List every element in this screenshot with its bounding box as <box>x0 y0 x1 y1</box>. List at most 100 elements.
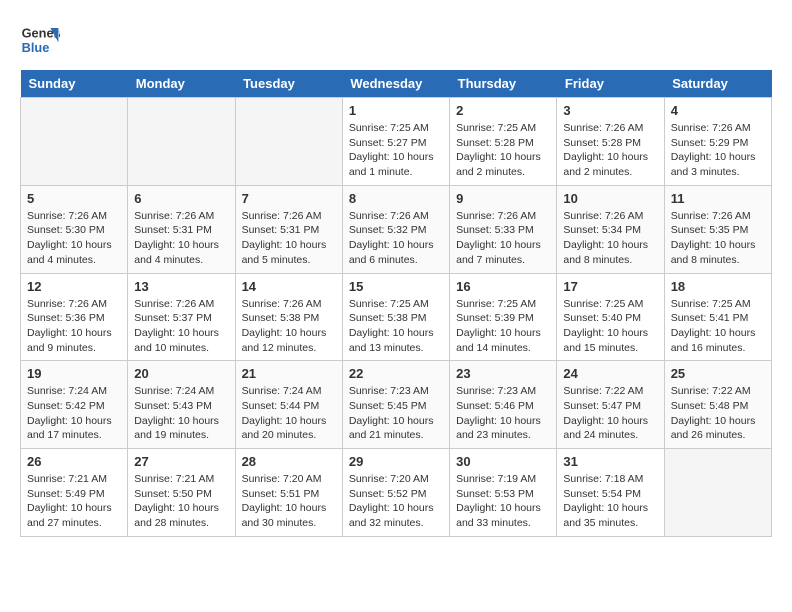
day-number: 4 <box>671 103 765 118</box>
day-cell: 21 Sunrise: 7:24 AMSunset: 5:44 PMDayligh… <box>235 361 342 449</box>
day-info: Sunrise: 7:21 AMSunset: 5:49 PMDaylight:… <box>27 472 121 531</box>
day-cell: 11 Sunrise: 7:26 AMSunset: 5:35 PMDayligh… <box>664 185 771 273</box>
day-info: Sunrise: 7:19 AMSunset: 5:53 PMDaylight:… <box>456 472 550 531</box>
day-info: Sunrise: 7:26 AMSunset: 5:36 PMDaylight:… <box>27 297 121 356</box>
day-cell: 3Sunrise: 7:26 AMSunset: 5:28 PMDaylight… <box>557 98 664 186</box>
day-cell: 19 Sunrise: 7:24 AMSunset: 5:42 PMDayligh… <box>21 361 128 449</box>
day-info: Sunrise: 7:23 AMSunset: 5:45 PMDaylight:… <box>349 384 443 443</box>
day-info: Sunrise: 7:23 AMSunset: 5:46 PMDaylight:… <box>456 384 550 443</box>
day-info: Sunrise: 7:20 AMSunset: 5:51 PMDaylight:… <box>242 472 336 531</box>
day-info: Sunrise: 7:26 AMSunset: 5:31 PMDaylight:… <box>242 209 336 268</box>
day-info: Sunrise: 7:25 AMSunset: 5:39 PMDaylight:… <box>456 297 550 356</box>
day-cell: 6Sunrise: 7:26 AMSunset: 5:31 PMDaylight… <box>128 185 235 273</box>
day-number: 20 <box>134 366 228 381</box>
day-info: Sunrise: 7:22 AMSunset: 5:48 PMDaylight:… <box>671 384 765 443</box>
day-info: Sunrise: 7:25 AMSunset: 5:41 PMDaylight:… <box>671 297 765 356</box>
day-cell: 29Sunrise: 7:20 AMSunset: 5:52 PMDayligh… <box>342 449 449 537</box>
day-info: Sunrise: 7:24 AMSunset: 5:43 PMDaylight:… <box>134 384 228 443</box>
day-number: 3 <box>563 103 657 118</box>
week-row-5: 26 Sunrise: 7:21 AMSunset: 5:49 PMDayligh… <box>21 449 772 537</box>
header-monday: Monday <box>128 70 235 98</box>
day-number: 22 <box>349 366 443 381</box>
day-number: 30 <box>456 454 550 469</box>
week-row-3: 12Sunrise: 7:26 AMSunset: 5:36 PMDayligh… <box>21 273 772 361</box>
day-cell: 23 Sunrise: 7:23 AMSunset: 5:46 PMDayligh… <box>450 361 557 449</box>
day-cell <box>128 98 235 186</box>
week-row-2: 5 Sunrise: 7:26 AMSunset: 5:30 PMDaylight… <box>21 185 772 273</box>
day-number: 7 <box>242 191 336 206</box>
week-row-4: 19 Sunrise: 7:24 AMSunset: 5:42 PMDayligh… <box>21 361 772 449</box>
day-cell <box>235 98 342 186</box>
calendar-table: SundayMondayTuesdayWednesdayThursdayFrid… <box>20 70 772 537</box>
day-cell <box>664 449 771 537</box>
day-cell: 16 Sunrise: 7:25 AMSunset: 5:39 PMDayligh… <box>450 273 557 361</box>
day-number: 25 <box>671 366 765 381</box>
day-number: 9 <box>456 191 550 206</box>
header-thursday: Thursday <box>450 70 557 98</box>
day-cell: 30 Sunrise: 7:19 AMSunset: 5:53 PMDayligh… <box>450 449 557 537</box>
day-info: Sunrise: 7:24 AMSunset: 5:42 PMDaylight:… <box>27 384 121 443</box>
day-cell: 20 Sunrise: 7:24 AMSunset: 5:43 PMDayligh… <box>128 361 235 449</box>
header-row-days: SundayMondayTuesdayWednesdayThursdayFrid… <box>21 70 772 98</box>
day-number: 28 <box>242 454 336 469</box>
day-number: 26 <box>27 454 121 469</box>
day-number: 29 <box>349 454 443 469</box>
day-info: Sunrise: 7:26 AMSunset: 5:37 PMDaylight:… <box>134 297 228 356</box>
day-cell: 10 Sunrise: 7:26 AMSunset: 5:34 PMDayligh… <box>557 185 664 273</box>
day-cell: 14 Sunrise: 7:26 AMSunset: 5:38 PMDayligh… <box>235 273 342 361</box>
day-cell: 8Sunrise: 7:26 AMSunset: 5:32 PMDaylight… <box>342 185 449 273</box>
day-cell: 9Sunrise: 7:26 AMSunset: 5:33 PMDaylight… <box>450 185 557 273</box>
day-number: 19 <box>27 366 121 381</box>
day-info: Sunrise: 7:24 AMSunset: 5:44 PMDaylight:… <box>242 384 336 443</box>
day-number: 31 <box>563 454 657 469</box>
day-info: Sunrise: 7:25 AMSunset: 5:28 PMDaylight:… <box>456 121 550 180</box>
day-cell: 24 Sunrise: 7:22 AMSunset: 5:47 PMDayligh… <box>557 361 664 449</box>
day-number: 27 <box>134 454 228 469</box>
day-info: Sunrise: 7:22 AMSunset: 5:47 PMDaylight:… <box>563 384 657 443</box>
day-number: 1 <box>349 103 443 118</box>
day-info: Sunrise: 7:26 AMSunset: 5:29 PMDaylight:… <box>671 121 765 180</box>
day-cell: 18Sunrise: 7:25 AMSunset: 5:41 PMDayligh… <box>664 273 771 361</box>
day-cell <box>21 98 128 186</box>
day-cell: 31 Sunrise: 7:18 AMSunset: 5:54 PMDayligh… <box>557 449 664 537</box>
day-info: Sunrise: 7:25 AMSunset: 5:40 PMDaylight:… <box>563 297 657 356</box>
day-info: Sunrise: 7:18 AMSunset: 5:54 PMDaylight:… <box>563 472 657 531</box>
day-number: 21 <box>242 366 336 381</box>
logo: General Blue <box>20 20 60 60</box>
day-number: 14 <box>242 279 336 294</box>
day-info: Sunrise: 7:26 AMSunset: 5:35 PMDaylight:… <box>671 209 765 268</box>
day-cell: 13 Sunrise: 7:26 AMSunset: 5:37 PMDayligh… <box>128 273 235 361</box>
calendar-container: General Blue SundayMondayTuesdayWednesda… <box>0 0 792 547</box>
day-number: 23 <box>456 366 550 381</box>
day-number: 8 <box>349 191 443 206</box>
day-info: Sunrise: 7:26 AMSunset: 5:38 PMDaylight:… <box>242 297 336 356</box>
day-cell: 26 Sunrise: 7:21 AMSunset: 5:49 PMDayligh… <box>21 449 128 537</box>
day-info: Sunrise: 7:26 AMSunset: 5:34 PMDaylight:… <box>563 209 657 268</box>
day-cell: 7 Sunrise: 7:26 AMSunset: 5:31 PMDaylight… <box>235 185 342 273</box>
header-tuesday: Tuesday <box>235 70 342 98</box>
day-cell: 5 Sunrise: 7:26 AMSunset: 5:30 PMDaylight… <box>21 185 128 273</box>
day-number: 5 <box>27 191 121 206</box>
header-wednesday: Wednesday <box>342 70 449 98</box>
day-info: Sunrise: 7:26 AMSunset: 5:31 PMDaylight:… <box>134 209 228 268</box>
day-cell: 1Sunrise: 7:25 AMSunset: 5:27 PMDaylight… <box>342 98 449 186</box>
day-number: 16 <box>456 279 550 294</box>
header-sunday: Sunday <box>21 70 128 98</box>
day-number: 24 <box>563 366 657 381</box>
day-cell: 12Sunrise: 7:26 AMSunset: 5:36 PMDayligh… <box>21 273 128 361</box>
day-number: 2 <box>456 103 550 118</box>
header-saturday: Saturday <box>664 70 771 98</box>
day-number: 10 <box>563 191 657 206</box>
day-cell: 2 Sunrise: 7:25 AMSunset: 5:28 PMDaylight… <box>450 98 557 186</box>
day-number: 11 <box>671 191 765 206</box>
header-friday: Friday <box>557 70 664 98</box>
day-info: Sunrise: 7:21 AMSunset: 5:50 PMDaylight:… <box>134 472 228 531</box>
svg-text:Blue: Blue <box>22 40 50 55</box>
header-row: General Blue <box>20 20 772 60</box>
day-cell: 15Sunrise: 7:25 AMSunset: 5:38 PMDayligh… <box>342 273 449 361</box>
day-number: 17 <box>563 279 657 294</box>
day-info: Sunrise: 7:26 AMSunset: 5:30 PMDaylight:… <box>27 209 121 268</box>
day-cell: 4 Sunrise: 7:26 AMSunset: 5:29 PMDaylight… <box>664 98 771 186</box>
day-number: 13 <box>134 279 228 294</box>
day-number: 15 <box>349 279 443 294</box>
